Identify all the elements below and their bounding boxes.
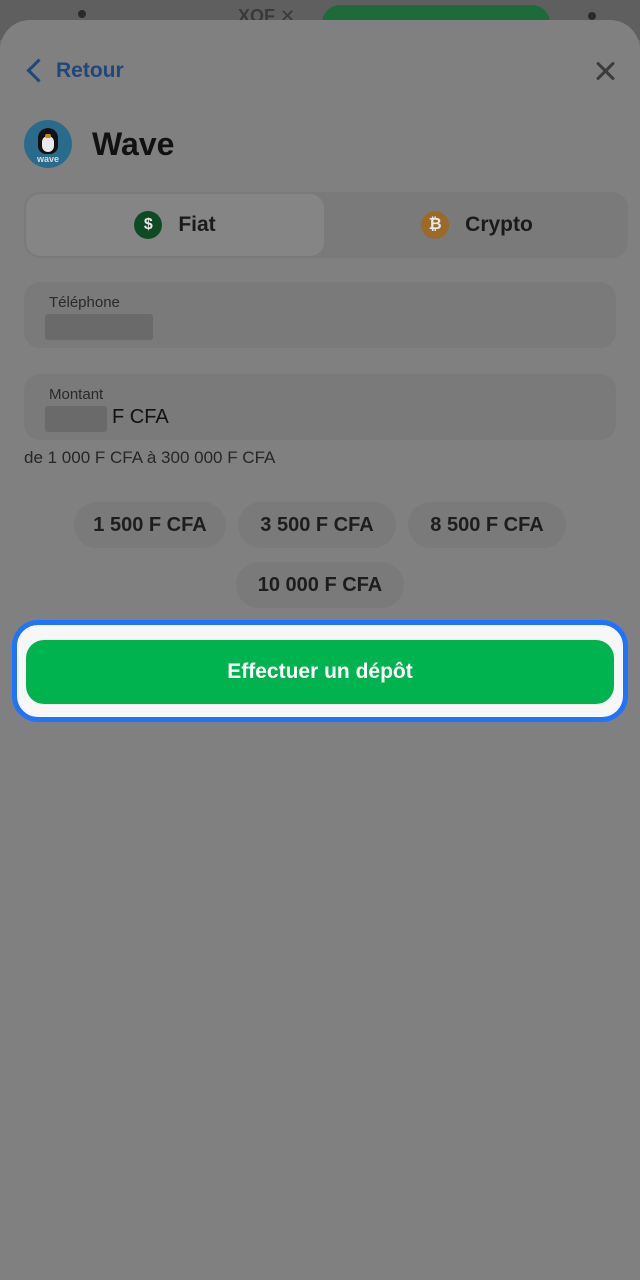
sheet-header: Retour [0,20,640,110]
quick-amount-chip[interactable]: 1 500 F CFA [74,502,226,548]
bitcoin-icon: ₿ [421,211,450,239]
penguin-beak [45,134,51,138]
deposit-sheet: Retour wave Wave $ Fiat ₿ Crypto Télépho… [0,20,640,1280]
back-button[interactable]: Retour [24,58,124,84]
amount-currency-suffix: F CFA [112,406,169,428]
tab-crypto-label: Crypto [465,213,533,236]
deposit-button[interactable]: Effectuer un dépôt [26,640,614,704]
amount-field[interactable]: Montant F CFA [24,374,616,440]
tab-fiat-label: Fiat [178,213,216,236]
payment-type-toggle: $ Fiat ₿ Crypto [24,192,628,258]
dollar-icon: $ [134,211,163,239]
provider-name: Wave [92,125,175,162]
quick-amount-chip[interactable]: 10 000 F CFA [236,562,404,608]
penguin-belly [42,136,54,152]
quick-amount-chip[interactable]: 3 500 F CFA [238,502,396,548]
back-label: Retour [56,59,124,82]
amount-value-redacted [45,406,107,432]
wave-logo-icon: wave [24,120,72,168]
status-dot-icon [78,10,86,18]
tab-fiat[interactable]: $ Fiat [26,194,324,256]
tab-crypto[interactable]: ₿ Crypto [328,194,626,256]
cta-highlight: Effectuer un dépôt [12,620,628,722]
status-dot-icon-right [588,12,596,20]
phone-value-redacted [45,314,153,340]
close-icon[interactable] [592,58,618,84]
amount-label: Montant [49,386,104,403]
quick-amount-chip[interactable]: 8 500 F CFA [408,502,566,548]
chevron-left-icon [24,58,44,84]
phone-label: Téléphone [49,294,120,311]
logo-text: wave [36,154,60,164]
phone-field[interactable]: Téléphone [24,282,616,348]
amount-range-hint: de 1 000 F CFA à 300 000 F CFA [24,448,276,467]
provider-header: wave Wave [24,120,174,168]
